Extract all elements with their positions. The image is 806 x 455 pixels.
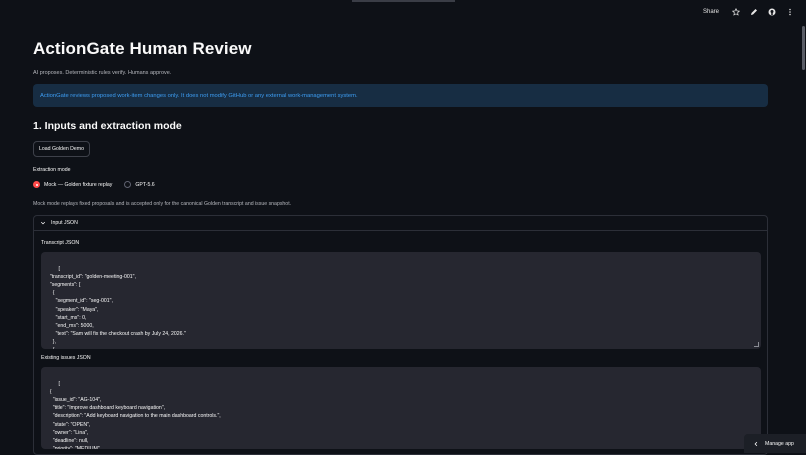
input-json-expander: Input JSON Transcript JSON [ "transcript… [33, 215, 768, 455]
github-icon[interactable] [768, 8, 776, 16]
star-icon[interactable] [732, 8, 740, 16]
page-title: ActionGate Human Review [33, 39, 768, 59]
radio-unselected-icon[interactable] [124, 181, 131, 188]
app-toolbar: Share [0, 0, 806, 24]
transcript-json-textarea[interactable]: [ "transcript_id": "golden-meeting-001",… [41, 252, 761, 349]
more-vertical-icon[interactable] [786, 8, 794, 16]
manage-app-label: Manage app [765, 441, 794, 447]
radio-option-label: GPT-5.6 [135, 182, 154, 188]
main-content: ActionGate Human Review AI proposes. Det… [33, 34, 768, 455]
manage-app-button[interactable]: Manage app [744, 434, 806, 453]
existing-issues-json-textarea[interactable]: [ { "issue_id": "AG-104", "title": "Impr… [41, 367, 761, 449]
existing-issues-json-label: Existing issues JSON [41, 355, 760, 361]
existing-issues-json-text: [ { "issue_id": "AG-104", "title": "Impr… [47, 381, 221, 449]
expander-label: Input JSON [51, 220, 78, 226]
mock-mode-note: Mock mode replays fixed proposals and is… [33, 201, 768, 207]
transcript-json-text: [ "transcript_id": "golden-meeting-001",… [47, 266, 186, 349]
load-golden-demo-button[interactable]: Load Golden Demo [33, 141, 90, 157]
section-heading: 1. Inputs and extraction mode [33, 120, 768, 132]
radio-selected-icon[interactable] [33, 181, 40, 188]
info-alert: ActionGate reviews proposed work-item ch… [33, 84, 768, 107]
expander-body: Transcript JSON [ "transcript_id": "gold… [34, 231, 767, 449]
radio-option-mock[interactable]: Mock — Golden fixture replay [33, 181, 112, 188]
extraction-mode-radio-group: Mock — Golden fixture replay GPT-5.6 [33, 181, 768, 188]
expander-header[interactable]: Input JSON [34, 216, 767, 231]
chevron-down-icon [40, 220, 46, 226]
extraction-mode-label: Extraction mode [33, 167, 768, 173]
transcript-json-label: Transcript JSON [41, 240, 760, 246]
page-caption: AI proposes. Deterministic rules verify.… [33, 70, 768, 76]
info-alert-text: ActionGate reviews proposed work-item ch… [40, 93, 358, 99]
resize-handle-icon[interactable] [754, 342, 759, 347]
radio-option-label: Mock — Golden fixture replay [44, 182, 112, 188]
share-button[interactable]: Share [700, 7, 722, 17]
pencil-icon[interactable] [750, 8, 758, 16]
radio-option-gpt[interactable]: GPT-5.6 [124, 181, 154, 188]
page-scrollbar[interactable] [802, 26, 805, 70]
chevron-left-icon [753, 441, 759, 447]
